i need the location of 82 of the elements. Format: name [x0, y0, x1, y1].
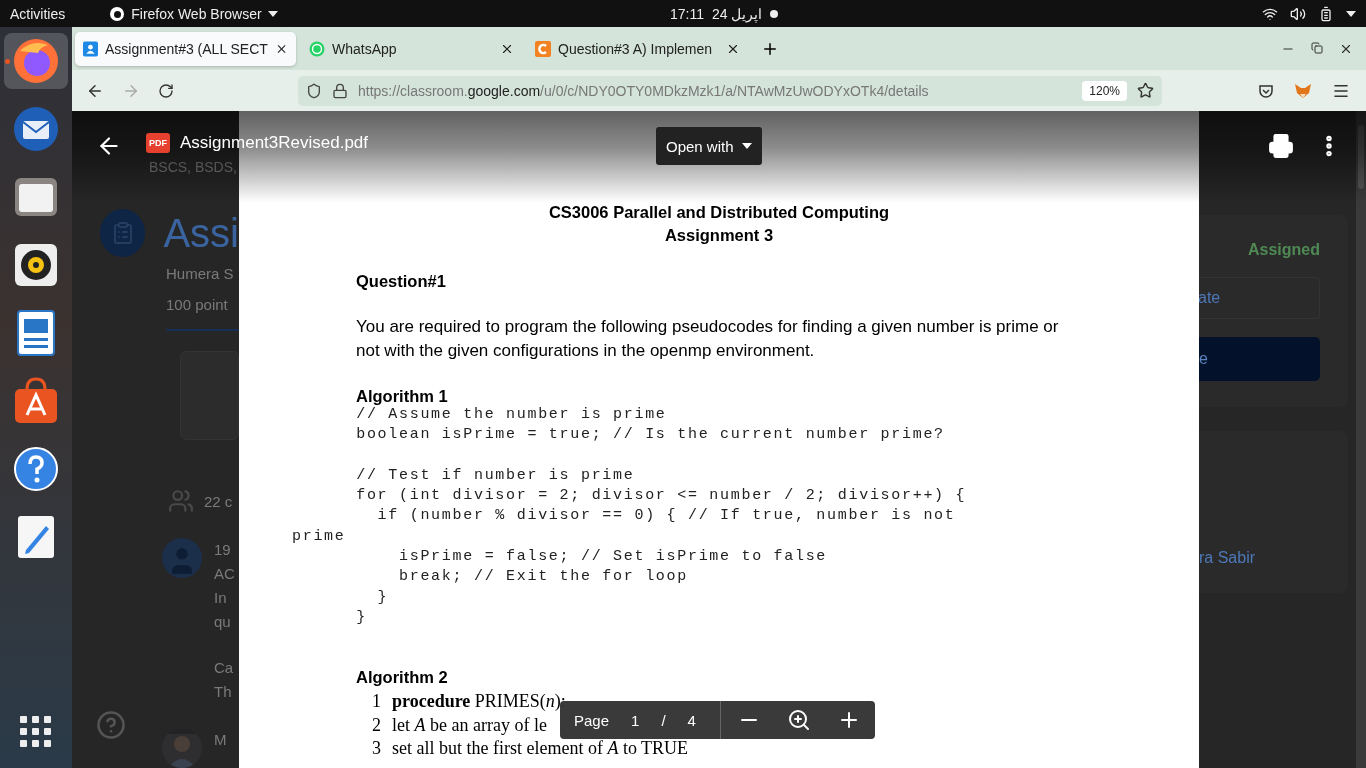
mail-icon[interactable]: [12, 105, 60, 153]
question-heading: Question#1: [356, 272, 447, 291]
shield-icon: [306, 82, 322, 99]
points-label: 100 point: [166, 296, 229, 313]
pdf-icon: PDF: [146, 133, 170, 153]
algorithm-heading: Algorithm 2: [356, 668, 449, 687]
url-text: https://classroom.google.com/u/0/c/NDY0OTY0MDkzMzk1/a/NTAwMzUwODYxOTk4/details: [358, 82, 930, 99]
clock-time[interactable]: 17:11: [670, 5, 704, 22]
pseudocode-line: procedure PRIMES(n):: [392, 690, 566, 714]
current-page: 1: [631, 711, 640, 729]
pocket-icon[interactable]: [1258, 82, 1274, 99]
code-line: for (int divisor = 2; divisor <= number / 2; divisor++) {: [355, 486, 967, 507]
browser-tab[interactable]: Question#3 A) Implemen: [527, 31, 748, 66]
print-icon[interactable]: [1268, 133, 1294, 159]
question-text: You are required to program the following pseudocodes for finding a given number is prime or not with the given configurations in the openmp environment.: [356, 316, 1060, 362]
teacher-name: Humera S: [166, 265, 235, 282]
pseudocode-line: set all but the first element of A to TRUE: [392, 737, 689, 761]
attachment-thumbnail[interactable]: [180, 351, 239, 440]
document-icon[interactable]: [14, 309, 58, 357]
comment-author: M: [214, 730, 227, 750]
caret-icon: [741, 143, 752, 149]
page-label: Page: [574, 711, 610, 729]
caret-icon: [267, 10, 278, 17]
assignment-title: Assi: [163, 210, 239, 256]
comment-text: Th: [214, 682, 233, 702]
caret-icon[interactable]: [1346, 10, 1356, 17]
primary-button[interactable]: e: [1199, 337, 1320, 381]
line-number: 2: [372, 713, 381, 737]
app-menu-label[interactable]: Firefox Web Browser: [131, 5, 262, 22]
document-title: CS3006 Parallel and Distributed Computing: [547, 202, 891, 223]
text-editor-icon[interactable]: [16, 514, 56, 560]
app-grid-icon[interactable]: [20, 716, 52, 748]
document-title: Assignment 3: [663, 225, 775, 246]
line-number: 3: [372, 737, 381, 761]
battery-icon[interactable]: [1318, 5, 1334, 22]
code-line: prime: [292, 526, 346, 547]
c-logo-icon: [535, 40, 551, 57]
fox-icon[interactable]: [1294, 82, 1312, 99]
classroom-icon: [83, 40, 98, 57]
assignment-icon: [100, 209, 146, 257]
whatsapp-icon: [309, 40, 325, 57]
comment-text: qu: [214, 612, 232, 632]
status-label: Assigned: [1248, 241, 1320, 259]
volume-icon[interactable]: [1290, 5, 1306, 22]
reload-icon[interactable]: [158, 82, 174, 99]
comment-author: 19: [214, 540, 232, 560]
speaker-icon[interactable]: [13, 242, 59, 288]
comment-text: Ca: [214, 658, 235, 678]
code-line: // Test if number is prime: [355, 465, 635, 486]
avatar-icon: [162, 538, 202, 578]
code-line: }: [355, 607, 367, 628]
algorithm-heading: Algorithm 1: [356, 387, 449, 405]
code-line: isPrime = false; // Set isPrime to false: [398, 547, 828, 568]
restore-icon[interactable]: [1311, 41, 1323, 54]
line-number: 1: [372, 690, 381, 714]
star-icon[interactable]: [1137, 82, 1154, 99]
course-subtitle: BSCS, BSDS,: [149, 159, 238, 175]
shopping-bag-icon[interactable]: [13, 377, 59, 425]
notification-dot-icon: [770, 9, 779, 18]
class-comments-label[interactable]: 22 c: [204, 492, 233, 510]
zoom-icon[interactable]: [786, 708, 811, 732]
activities-button[interactable]: Activities: [10, 5, 66, 22]
code-line: // Assume the number is prime: [355, 405, 667, 425]
code-line: if (number % divisor == 0) { // If true, number is not: [376, 506, 956, 527]
zoom-level[interactable]: 120%: [1082, 80, 1127, 101]
people-icon: [168, 488, 194, 514]
page-separator: /: [661, 711, 666, 729]
code-line: }: [376, 587, 389, 608]
clock-date[interactable]: 24 اپریل: [712, 5, 763, 22]
open-with-button[interactable]: Open with: [656, 127, 762, 165]
comment-text: AC: [214, 564, 235, 584]
comment-author: ra Sabir: [1199, 549, 1256, 567]
code-line: break; // Exit the for loop: [398, 567, 688, 588]
scrollbar[interactable]: [1356, 111, 1366, 768]
browser-tab[interactable]: Assignment#3 (ALL SECT: [75, 31, 296, 66]
total-pages: 4: [687, 711, 696, 729]
pseudocode-line: let A be an array of le: [392, 713, 547, 737]
address-field[interactable]: https://classroom.google.com/u/0/c/NDY0OTY0MDkzMzk1/a/NTAwMzUwODYxOTk4/details 120%: [298, 75, 1162, 106]
code-line: boolean isPrime = true; // Is the current number prime?: [355, 425, 945, 446]
browser-tab[interactable]: WhatsApp: [301, 31, 522, 66]
comment-text: In: [214, 588, 228, 608]
lock-icon: [332, 82, 348, 99]
